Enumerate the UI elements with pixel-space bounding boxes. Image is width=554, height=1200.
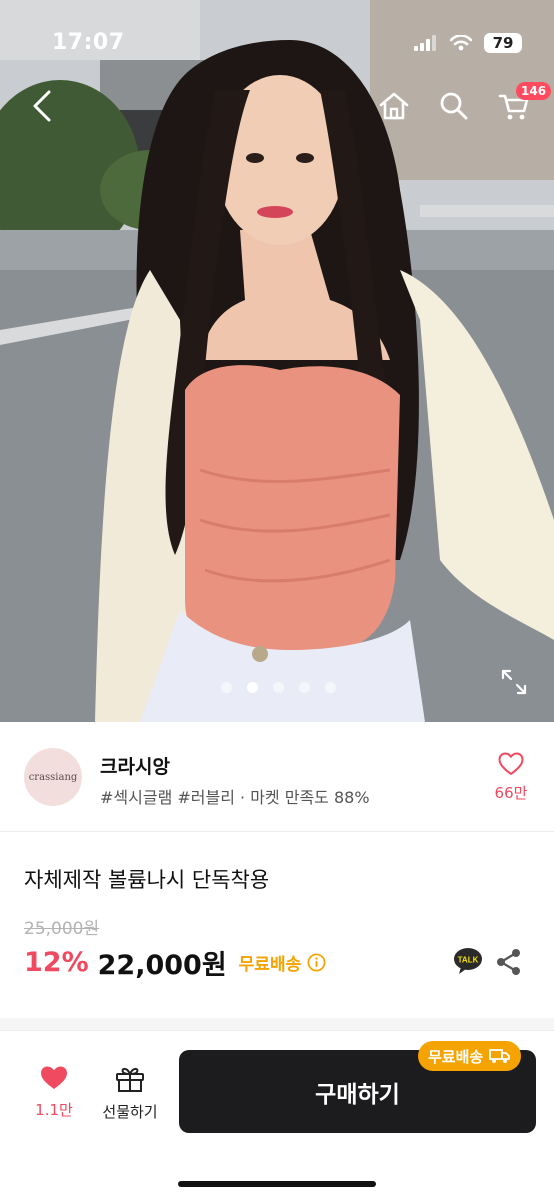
gift-button[interactable]: 선물하기 [98, 1065, 162, 1122]
back-button[interactable] [20, 84, 64, 128]
gift-label: 선물하기 [102, 1103, 158, 1121]
signal-icon [414, 35, 436, 51]
info-icon[interactable] [307, 953, 326, 972]
truck-icon [489, 1049, 511, 1063]
expand-icon [501, 669, 527, 695]
kakaotalk-button[interactable]: TALK [453, 946, 483, 976]
home-indicator [178, 1181, 376, 1187]
carousel-dot[interactable] [324, 682, 336, 693]
sale-price: 22,000원 [97, 949, 227, 981]
home-icon [379, 92, 409, 120]
kakaotalk-icon: TALK [454, 948, 482, 974]
carousel-dot-active[interactable] [246, 682, 258, 693]
expand-image-button[interactable] [500, 668, 528, 696]
battery-indicator: 79 [484, 33, 522, 53]
heart-icon [41, 1066, 67, 1089]
shop-name[interactable]: 크라시앙 [100, 752, 170, 779]
talk-label: TALK [458, 956, 479, 965]
shop-avatar[interactable]: crassiang [24, 748, 82, 806]
shop-info: crassiang 크라시앙 #섹시글램 #러블리 · 마켓 만족도 88% 6… [0, 722, 554, 832]
like-button[interactable]: 1.1만 [28, 1065, 80, 1120]
original-price: 25,000원 [24, 919, 100, 939]
section-divider [0, 1018, 554, 1030]
top-navigation: 146 [0, 82, 554, 134]
product-title: 자체제작 볼륨나시 단독착용 [24, 868, 270, 892]
carousel-dot[interactable] [272, 682, 284, 693]
share-button[interactable] [496, 948, 522, 976]
wifi-icon [450, 35, 472, 51]
like-count: 1.1만 [35, 1101, 73, 1119]
carousel-dot[interactable] [298, 682, 310, 693]
shop-like-button[interactable]: 66만 [486, 752, 536, 803]
carousel-indicator [0, 682, 554, 693]
status-bar: 17:07 79 [0, 0, 554, 88]
share-icon [497, 949, 520, 975]
status-time: 17:07 [52, 30, 125, 55]
cart-button[interactable]: 146 [492, 82, 552, 128]
shop-like-count: 66만 [494, 784, 528, 802]
product-image-carousel[interactable]: 17:07 79 146 [0, 0, 554, 722]
status-icons: 79 [414, 33, 522, 53]
search-icon [440, 92, 468, 120]
free-shipping-label: 무료배송 [238, 954, 302, 975]
gift-icon [116, 1067, 144, 1092]
price-row: 12% 22,000원 무료배송 [24, 942, 326, 982]
discount-rate: 12% [24, 946, 89, 978]
home-button[interactable] [372, 84, 416, 128]
free-shipping-badge: 무료배송 [418, 1041, 522, 1071]
back-icon [33, 90, 51, 122]
shop-tags: #섹시글램 #러블리 · 마켓 만족도 88% [100, 788, 370, 807]
carousel-dot[interactable] [220, 682, 232, 693]
search-button[interactable] [432, 84, 476, 128]
free-shipping-badge-label: 무료배송 [428, 1047, 484, 1066]
bottom-action-bar: 1.1만 선물하기 구매하기 무료배송 [0, 1030, 554, 1200]
heart-icon [498, 752, 524, 775]
cart-count-badge: 146 [516, 82, 552, 100]
